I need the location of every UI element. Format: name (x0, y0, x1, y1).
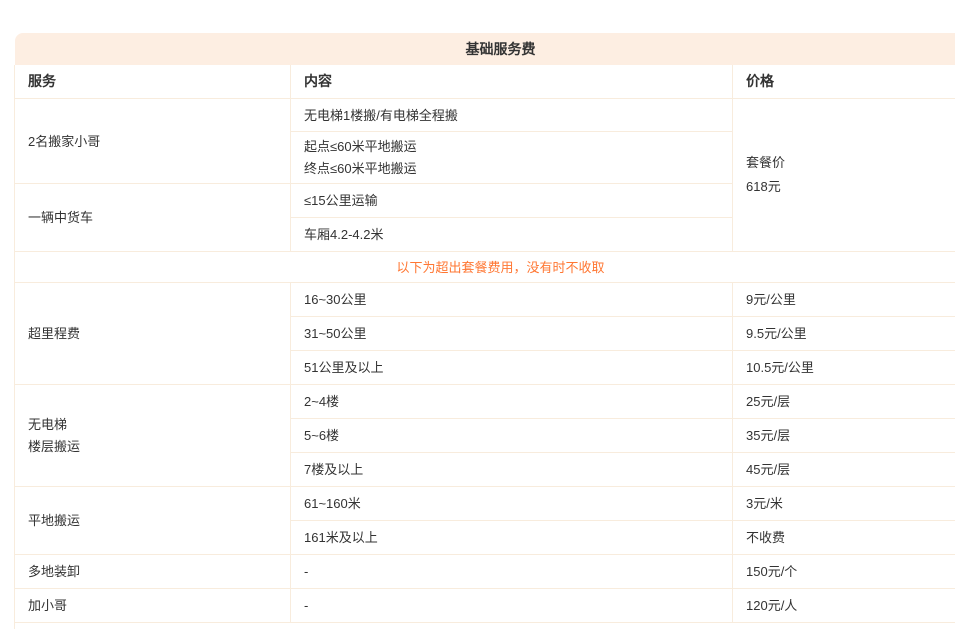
content-cell: - (291, 555, 733, 589)
package-price-label: 套餐价 (746, 151, 955, 175)
column-header-content: 内容 (291, 65, 733, 99)
table-row: 加小哥 - 120元/人 (15, 589, 955, 623)
content-cell: 7楼及以上 (291, 453, 733, 487)
content-line: 终点≤60米平地搬运 (304, 158, 719, 180)
content-cell: 2~4楼 (291, 385, 733, 419)
content-cell: ≤15公里运输 (291, 184, 733, 218)
table-row: 以下为超出套餐费用，没有时不收取 (15, 252, 955, 283)
pricing-table: 基础服务费 服务 内容 价格 2名搬家小哥 无电梯1楼搬/有电梯全程搬 套餐价 … (14, 33, 955, 629)
price-cell: 120元/人 (733, 589, 955, 623)
package-price-cell: 套餐价 618元 (733, 99, 955, 252)
table-row: 服务 内容 价格 (15, 65, 955, 99)
price-cell: 不收费 (733, 521, 955, 555)
service-cell: 无电梯 楼层搬运 (15, 385, 291, 487)
notice-cell: 以下为超出套餐费用，没有时不收取 (15, 252, 955, 283)
price-cell: 9.5元/公里 (733, 317, 955, 351)
table-row (15, 623, 955, 630)
price-cell: 10.5元/公里 (733, 351, 955, 385)
table-row: 超里程费 16~30公里 9元/公里 (15, 283, 955, 317)
content-cell: 51公里及以上 (291, 351, 733, 385)
content-line: 起点≤60米平地搬运 (304, 136, 719, 158)
service-line: 楼层搬运 (28, 436, 277, 458)
content-cell: - (291, 589, 733, 623)
service-cell: 加小哥 (15, 589, 291, 623)
service-cell: 一辆中货车 (15, 184, 291, 252)
table-row: 基础服务费 (15, 33, 955, 65)
price-cell: 9元/公里 (733, 283, 955, 317)
content-cell: 16~30公里 (291, 283, 733, 317)
content-cell: 车厢4.2-4.2米 (291, 218, 733, 252)
table-row: 平地搬运 61~160米 3元/米 (15, 487, 955, 521)
column-header-service: 服务 (15, 65, 291, 99)
content-cell: 161米及以上 (291, 521, 733, 555)
service-cell: 多地装卸 (15, 555, 291, 589)
price-cell: 3元/米 (733, 487, 955, 521)
cutoff-row (15, 623, 955, 630)
price-cell: 150元/个 (733, 555, 955, 589)
content-cell: 5~6楼 (291, 419, 733, 453)
table-row: 2名搬家小哥 无电梯1楼搬/有电梯全程搬 套餐价 618元 (15, 99, 955, 132)
table-row: 无电梯 楼层搬运 2~4楼 25元/层 (15, 385, 955, 419)
content-cell: 31~50公里 (291, 317, 733, 351)
package-price-value: 618元 (746, 175, 955, 199)
content-cell: 61~160米 (291, 487, 733, 521)
service-line: 无电梯 (28, 414, 277, 436)
price-cell: 45元/层 (733, 453, 955, 487)
service-cell: 超里程费 (15, 283, 291, 385)
service-cell: 平地搬运 (15, 487, 291, 555)
price-cell: 25元/层 (733, 385, 955, 419)
service-cell: 2名搬家小哥 (15, 99, 291, 184)
content-cell: 起点≤60米平地搬运 终点≤60米平地搬运 (291, 132, 733, 184)
table-title: 基础服务费 (15, 33, 955, 65)
column-header-price: 价格 (733, 65, 955, 99)
pricing-table-container: 基础服务费 服务 内容 价格 2名搬家小哥 无电梯1楼搬/有电梯全程搬 套餐价 … (14, 33, 955, 629)
price-cell: 35元/层 (733, 419, 955, 453)
content-cell: 无电梯1楼搬/有电梯全程搬 (291, 99, 733, 132)
table-row: 多地装卸 - 150元/个 (15, 555, 955, 589)
